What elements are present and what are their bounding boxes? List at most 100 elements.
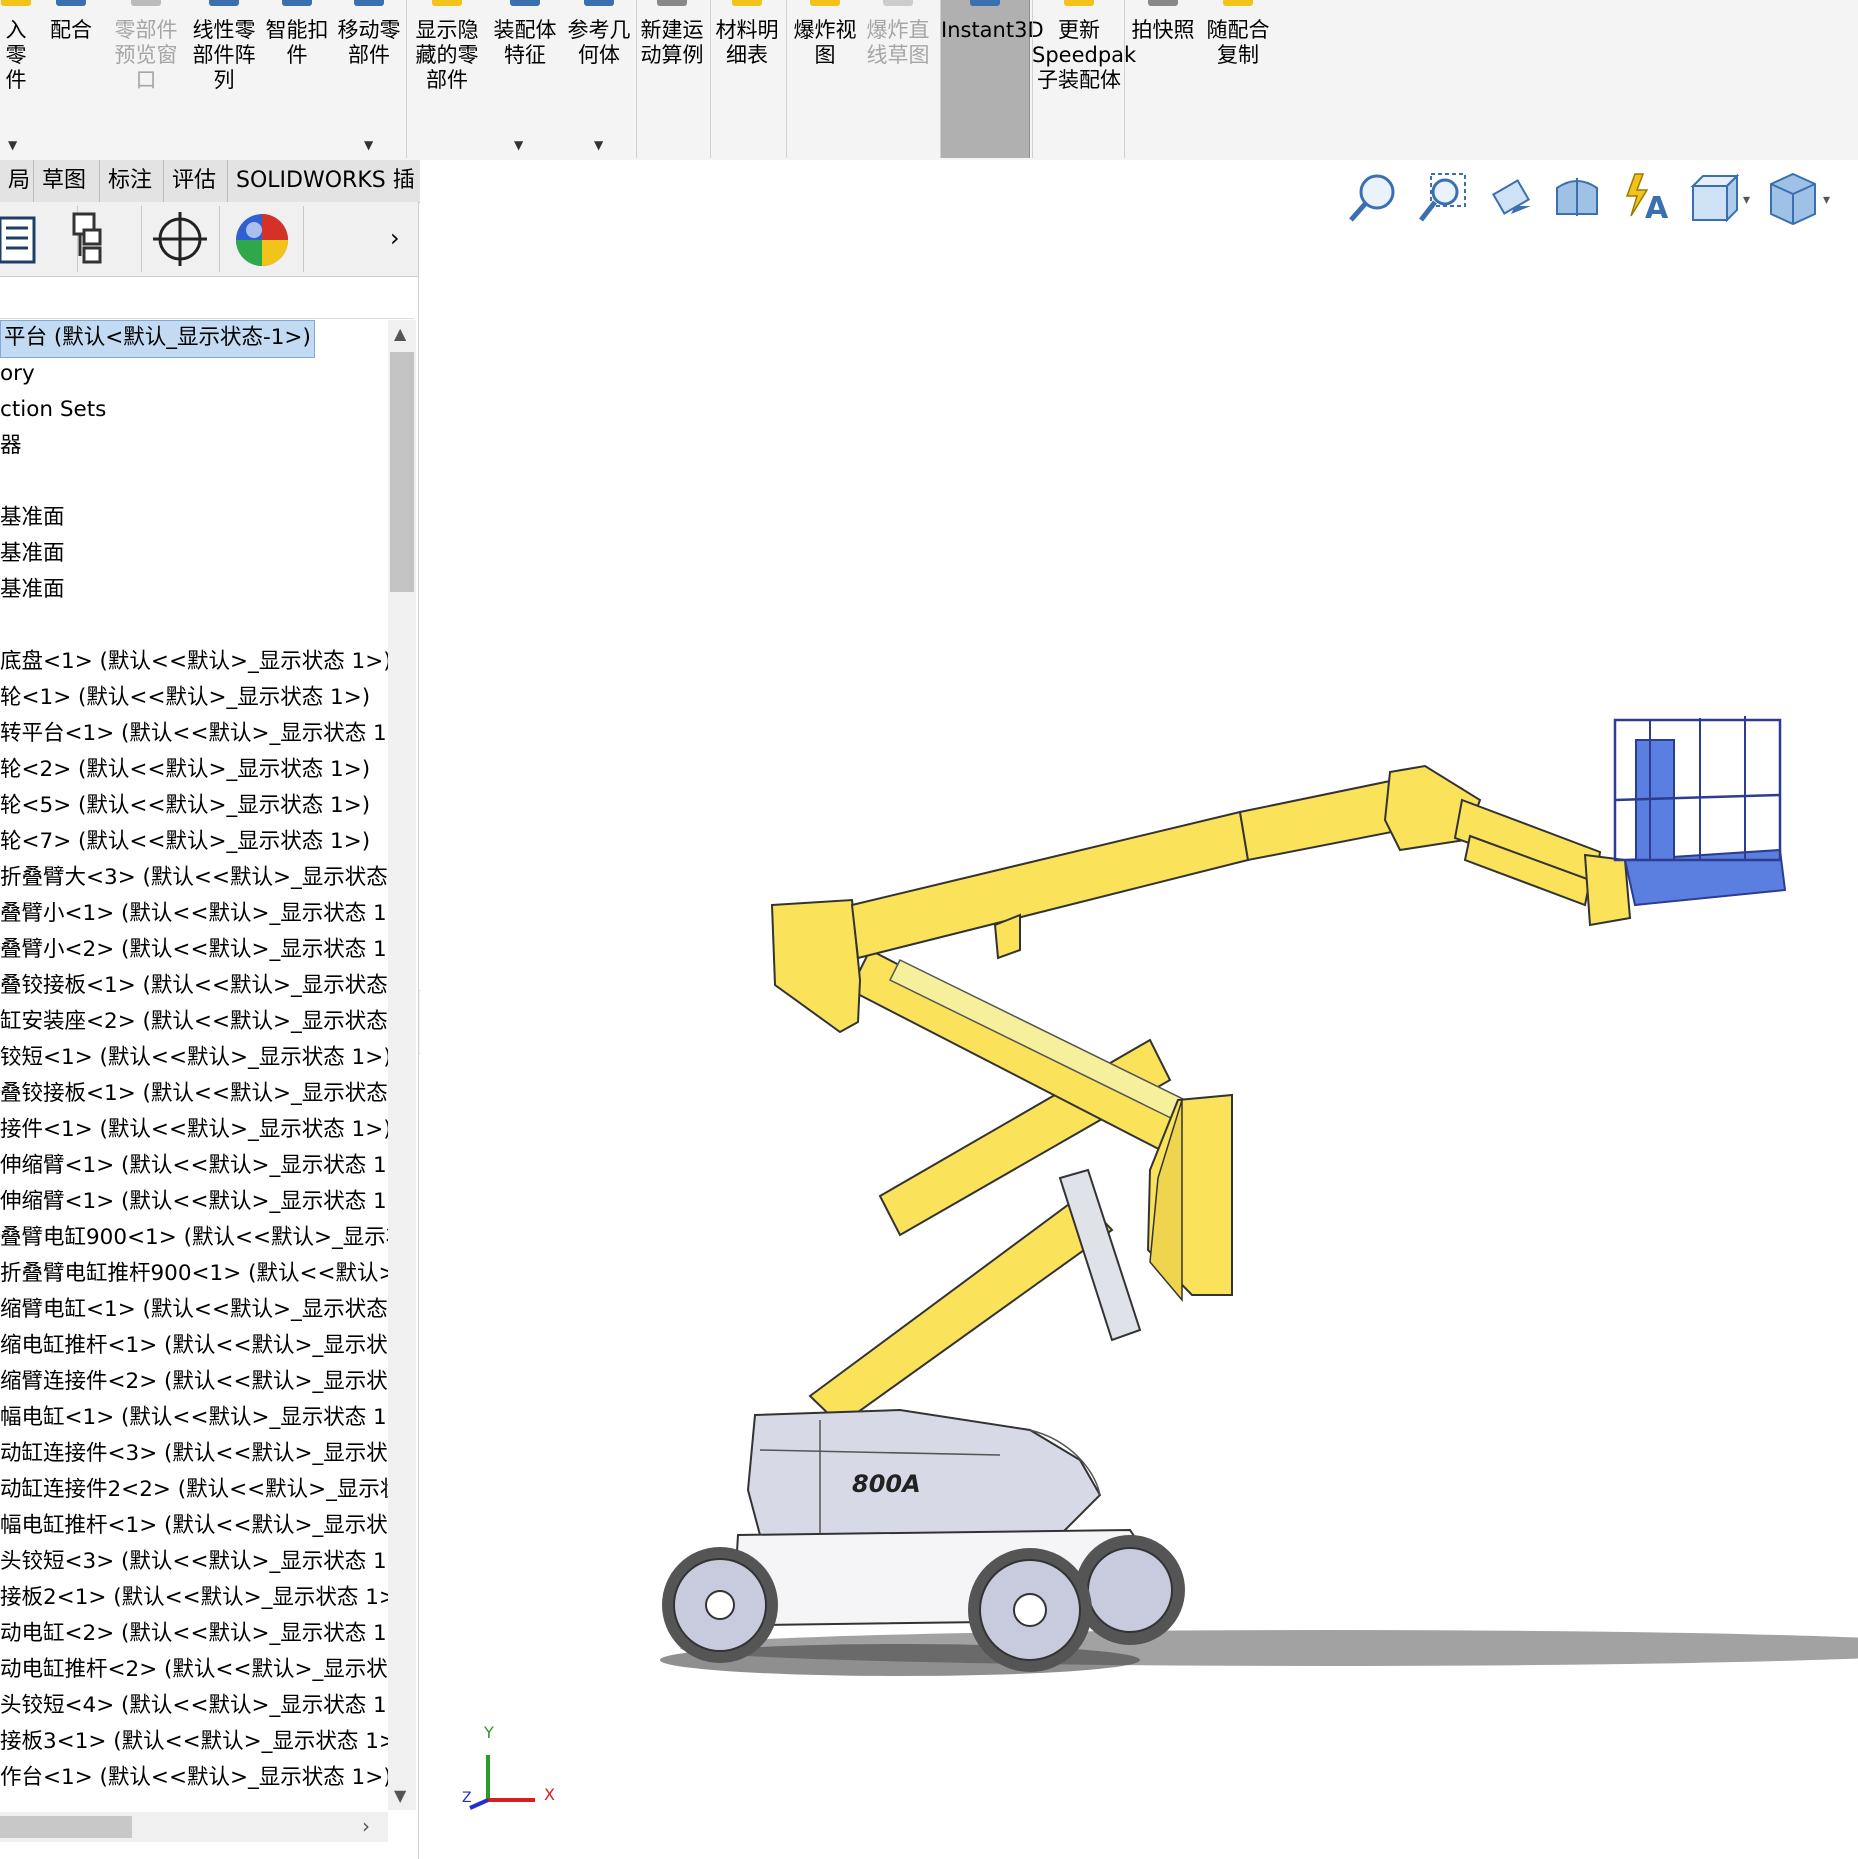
tab-solidworks-addins[interactable]: SOLIDWORKS 插件 — [228, 160, 436, 235]
ribbon-button-1[interactable]: 配合 — [36, 0, 106, 158]
tree-item[interactable]: 器 — [0, 428, 22, 464]
tree-item[interactable]: 轮<2> (默认<<默认>_显示状态 1>) — [0, 752, 370, 788]
tree-root-assembly[interactable]: 平台 (默认<默认_显示状态-1>) — [0, 320, 315, 358]
ribbon-button-7[interactable]: 装配体 特征 — [488, 0, 562, 158]
command-manager-tabs: 局 草图 标注 评估 SOLIDWORKS 插件 — [0, 160, 436, 235]
ribbon-button-label: Instant3D — [941, 18, 1044, 42]
horizontal-scroll-thumb[interactable] — [0, 1816, 132, 1838]
tree-item[interactable]: 轮<5> (默认<<默认>_显示状态 1>) — [0, 788, 370, 824]
tree-item[interactable]: 缩臂电缸<1> (默认<<默认>_显示状态 1 — [0, 1292, 388, 1328]
tab-evaluate[interactable]: 评估 — [164, 160, 228, 202]
ribbon-button-14[interactable]: 更新 Speedpak 子装配体 — [1032, 0, 1136, 158]
tree-item[interactable]: 折叠臂大<3> (默认<<默认>_显示状态 1 — [0, 860, 388, 896]
ribbon-button-icon — [1223, 0, 1253, 6]
tree-item[interactable]: ction Sets — [0, 392, 106, 428]
scroll-thumb[interactable] — [390, 352, 414, 592]
ribbon-button-icon — [510, 0, 540, 6]
tree-item[interactable]: 伸缩臂<1> (默认<<默认>_显示状态 1> — [0, 1148, 388, 1184]
ribbon-button-2[interactable]: 零部件 预览窗 口 — [108, 0, 184, 158]
ribbon-button-label: 参考几 何体 — [567, 18, 631, 67]
tree-filter-field[interactable] — [0, 276, 414, 319]
tree-item[interactable]: 幅电缸推杆<1> (默认<<默认>_显示状态 — [0, 1508, 388, 1544]
tree-item[interactable]: 头铰短<4> (默认<<默认>_显示状态 1> — [0, 1688, 388, 1724]
ribbon-button-0[interactable]: 入零 件 — [0, 0, 32, 158]
ribbon-dropdown-arrow-icon[interactable]: ▼ — [8, 138, 17, 152]
ribbon-button-4[interactable]: 智能扣 件 — [262, 0, 332, 158]
tree-item[interactable]: 头铰短<3> (默认<<默认>_显示状态 1> — [0, 1544, 388, 1580]
display-manager-tab[interactable] — [222, 206, 304, 272]
view-orientation-icon[interactable]: ▾ — [1685, 170, 1755, 228]
tree-item[interactable]: 叠铰接板<1> (默认<<默认>_显示状态 1 — [0, 1076, 388, 1112]
tree-item[interactable]: 基准面 — [0, 536, 65, 572]
zoom-to-area-icon[interactable] — [1413, 170, 1471, 228]
ribbon-button-6[interactable]: 显示隐 藏的零 部件 — [408, 0, 486, 158]
ribbon-button-12[interactable]: 爆炸直 线草图 — [864, 0, 932, 158]
tree-item[interactable]: 缩电缸推杆<1> (默认<<默认>_显示状态 — [0, 1328, 388, 1364]
ribbon-button-13[interactable]: Instant3D — [940, 0, 1044, 158]
ribbon-button-15[interactable]: 拍快照 — [1126, 0, 1200, 158]
zoom-to-fit-icon[interactable] — [1345, 170, 1403, 228]
tree-item[interactable]: 接板2<1> (默认<<默认>_显示状态 1>) — [0, 1580, 388, 1616]
tree-item[interactable]: 折叠臂电缸推杆900<1> (默认<<默认>_ — [0, 1256, 388, 1292]
previous-view-icon[interactable] — [1481, 170, 1539, 228]
ribbon-button-10[interactable]: 材料明 细表 — [710, 0, 784, 158]
tree-item[interactable]: 动缸连接件2<2> (默认<<默认>_显示状 — [0, 1472, 388, 1508]
tree-item[interactable]: 基准面 — [0, 500, 65, 536]
ribbon-button-3[interactable]: 线性零 部件阵 列 — [186, 0, 262, 158]
tree-item[interactable]: 叠铰接板<1> (默认<<默认>_显示状态 1 — [0, 968, 388, 1004]
tree-item[interactable]: 轮<7> (默认<<默认>_显示状态 1>) — [0, 824, 370, 860]
tree-item[interactable]: 缸安装座<2> (默认<<默认>_显示状态 1 — [0, 1004, 388, 1040]
ribbon-button-label: 爆炸视 图 — [793, 18, 857, 67]
panel-expand-arrow-icon[interactable]: › — [390, 224, 400, 252]
tree-item[interactable]: 缩臂连接件<2> (默认<<默认>_显示状态 — [0, 1364, 388, 1400]
section-view-icon[interactable] — [1549, 170, 1607, 228]
ribbon-dropdown-arrow-icon[interactable]: ▼ — [514, 138, 523, 152]
svg-text:A: A — [1645, 191, 1669, 226]
scroll-down-icon[interactable]: ▼ — [394, 1786, 406, 1805]
tree-horizontal-scrollbar[interactable]: › — [0, 1812, 388, 1842]
tree-item[interactable]: 铰短<1> (默认<<默认>_显示状态 1>) — [0, 1040, 388, 1076]
tree-item[interactable]: 动电缸<2> (默认<<默认>_显示状态 1> — [0, 1616, 388, 1652]
tree-item[interactable]: 动电缸推杆<2> (默认<<默认>_显示状态 — [0, 1652, 388, 1688]
ribbon-button-icon — [282, 0, 312, 6]
ribbon-dropdown-arrow-icon[interactable]: ▼ — [364, 138, 373, 152]
tree-item[interactable]: 幅电缸<1> (默认<<默认>_显示状态 1> — [0, 1400, 388, 1436]
tree-item[interactable]: 叠臂小<1> (默认<<默认>_显示状态 1>) — [0, 896, 388, 932]
ribbon-dropdown-arrow-icon[interactable]: ▼ — [594, 138, 603, 152]
tree-item[interactable]: 底盘<1> (默认<<默认>_显示状态 1>) — [0, 644, 388, 680]
ribbon-button-8[interactable]: 参考几 何体 — [562, 0, 636, 158]
configuration-manager-tab[interactable] — [138, 206, 220, 272]
ribbon-button-16[interactable]: 随配合 复制 — [1200, 0, 1276, 158]
scroll-right-icon[interactable]: › — [362, 1814, 370, 1838]
wheel-rear-right — [1075, 1535, 1185, 1645]
svg-text:Y: Y — [483, 1723, 494, 1742]
property-manager-tab[interactable] — [60, 206, 142, 272]
tab-layout[interactable]: 局 — [0, 160, 34, 202]
tab-sketch[interactable]: 草图 — [34, 160, 100, 202]
tree-item[interactable]: 叠臂机架<1> (默认<<默认>_显示状态 1 — [0, 1796, 388, 1800]
ribbon-button-5[interactable]: 移动零 部件 — [332, 0, 406, 158]
ribbon-button-label: 爆炸直 线草图 — [866, 18, 930, 67]
tree-item[interactable]: 转平台<1> (默认<<默认>_显示状态 1>) — [0, 716, 388, 752]
tree-item[interactable]: ory — [0, 356, 35, 392]
tree-item[interactable]: 接板3<1> (默认<<默认>_显示状态 1>) — [0, 1724, 388, 1760]
tree-item[interactable]: 作台<1> (默认<<默认>_显示状态 1>) — [0, 1760, 388, 1796]
dynamic-annotation-icon[interactable]: A — [1617, 170, 1675, 228]
tree-item[interactable]: 叠臂电缸900<1> (默认<<默认>_显示状态 — [0, 1220, 388, 1256]
tree-item[interactable]: 基准面 — [0, 572, 65, 608]
ribbon-button-11[interactable]: 爆炸视 图 — [786, 0, 864, 158]
svg-text:▾: ▾ — [1743, 192, 1750, 208]
ribbon-button-9[interactable]: 新建运 动算例 — [636, 0, 708, 158]
tree-item[interactable]: 伸缩臂<1> (默认<<默认>_显示状态 1> — [0, 1184, 388, 1220]
tab-markup[interactable]: 标注 — [100, 160, 164, 202]
tree-item[interactable]: 轮<1> (默认<<默认>_显示状态 1>) — [0, 680, 370, 716]
tree-item[interactable]: 接件<1> (默认<<默认>_显示状态 1>) — [0, 1112, 388, 1148]
graphics-viewport[interactable]: 800A Y X Z — [420, 160, 1858, 1859]
tree-item[interactable]: 动缸连接件<3> (默认<<默认>_显示状态 — [0, 1436, 388, 1472]
scroll-up-icon[interactable]: ▲ — [394, 324, 406, 343]
tree-vertical-scrollbar[interactable]: ▲ ▼ — [388, 320, 416, 1810]
property-manager-icon — [72, 212, 102, 264]
ribbon-button-icon — [1064, 0, 1094, 6]
display-style-icon[interactable]: ▾ — [1765, 170, 1835, 228]
tree-item[interactable]: 叠臂小<2> (默认<<默认>_显示状态 1>) — [0, 932, 388, 968]
